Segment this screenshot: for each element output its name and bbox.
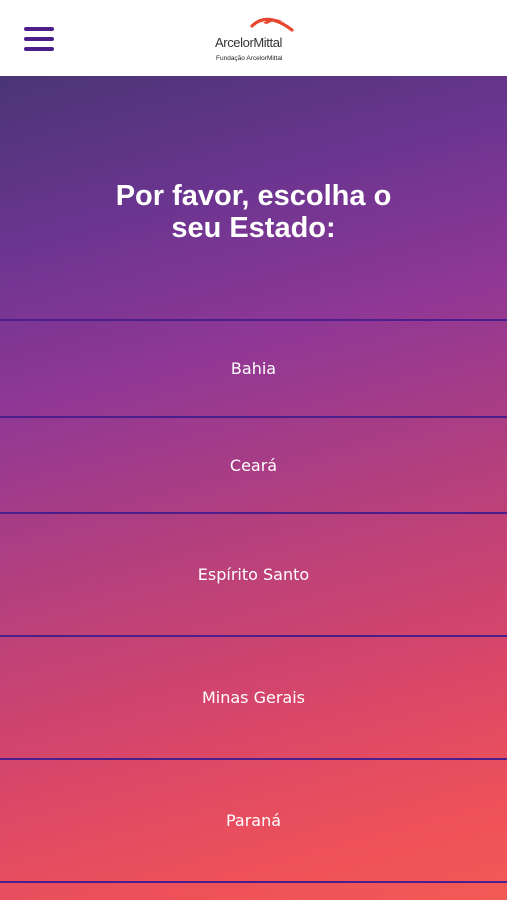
state-item-espirito-santo[interactable]: Espírito Santo — [0, 512, 507, 635]
state-label: Espírito Santo — [197, 565, 310, 584]
state-label: Bahia — [230, 359, 277, 378]
list-divider — [0, 881, 507, 883]
page-title-line-2: seu Estado: — [171, 212, 336, 244]
state-label: Paraná — [225, 811, 282, 830]
state-item-bahia[interactable]: Bahia — [0, 319, 507, 416]
page-title: Por favor, escolha o seu Estado: — [0, 180, 507, 244]
state-label: Minas Gerais — [201, 688, 306, 707]
state-label: Ceará — [229, 455, 278, 475]
hamburger-menu-icon[interactable] — [24, 27, 54, 51]
state-item-ceara[interactable]: Ceará — [0, 416, 507, 512]
brand-logo: ArcelorMittal Fundação ArcelorMittal — [213, 13, 295, 65]
logo-name: ArcelorMittal — [215, 35, 283, 50]
state-item-parana[interactable]: Paraná — [0, 758, 507, 881]
arcelormittal-arc-logo-icon — [250, 17, 294, 32]
state-item-minas-gerais[interactable]: Minas Gerais — [0, 635, 507, 758]
state-selection-panel: Por favor, escolha o seu Estado: Bahia C… — [0, 76, 507, 900]
top-bar: ArcelorMittal Fundação ArcelorMittal — [0, 0, 507, 76]
page-title-line-1: Por favor, escolha o — [115, 180, 392, 212]
app-screen: ArcelorMittal Fundação ArcelorMittal Por… — [0, 0, 507, 900]
logo-subtitle: Fundação ArcelorMittal — [216, 55, 283, 62]
